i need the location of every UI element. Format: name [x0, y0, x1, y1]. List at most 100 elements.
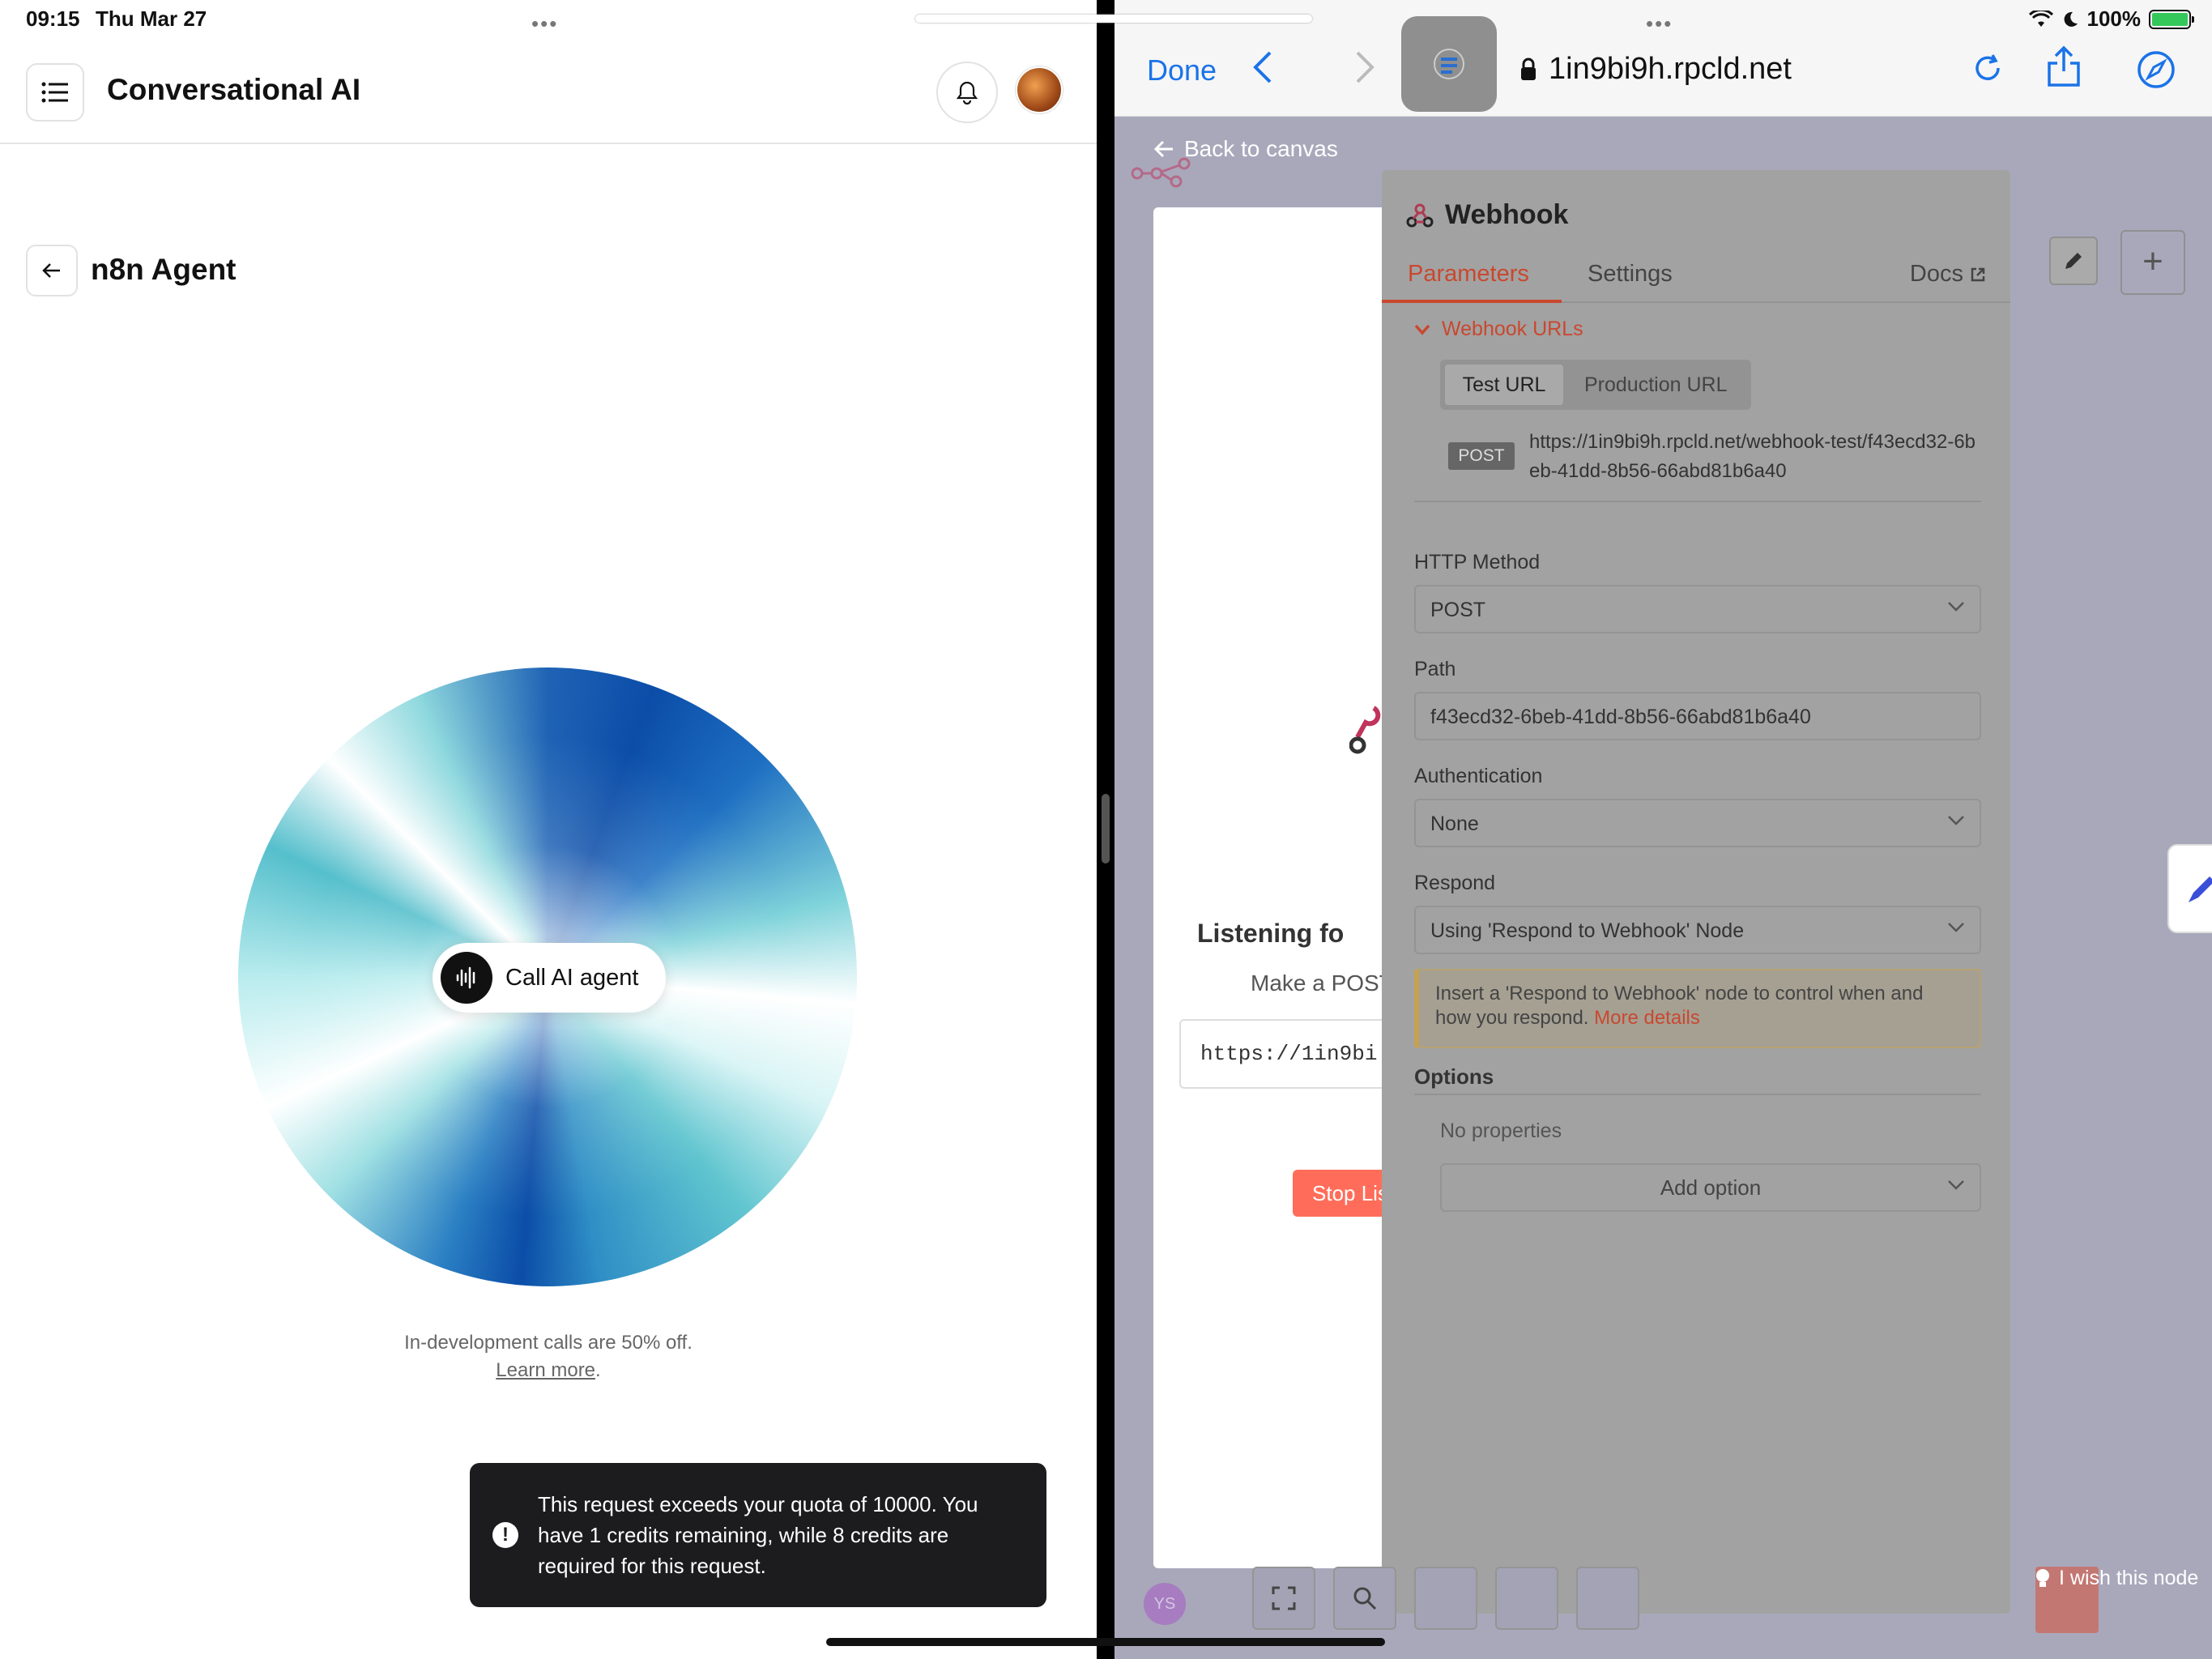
call-button-label: Call AI agent — [505, 964, 639, 991]
fit-view-button[interactable] — [1252, 1567, 1315, 1630]
learn-more-link[interactable]: Learn more — [496, 1359, 595, 1381]
right-safari-pane: Done 1in9bi9h.rpcld.net Back to canvas L… — [1115, 0, 2212, 1659]
learn-more-line: Learn more. — [0, 1359, 1097, 1382]
zoom-in-button[interactable] — [1333, 1567, 1396, 1630]
back-to-canvas-label: Back to canvas — [1184, 136, 1338, 161]
chevron-down-icon — [1948, 923, 1964, 932]
tab-overview-button[interactable] — [1401, 16, 1497, 112]
toast-message: This request exceeds your quota of 10000… — [538, 1492, 978, 1578]
production-url-option[interactable]: Production URL — [1584, 365, 1727, 405]
add-option-dropdown[interactable]: Add option — [1440, 1163, 1981, 1212]
http-method-label: HTTP Method — [1414, 551, 1541, 574]
zoom-reset-button[interactable] — [1495, 1567, 1558, 1630]
respond-value: Using 'Respond to Webhook' Node — [1430, 919, 1745, 942]
chevron-down-icon — [1414, 324, 1430, 335]
url-text: 1in9bi9h.rpcld.net — [1549, 52, 1792, 86]
chevron-down-icon — [1948, 1180, 1964, 1190]
add-option-label: Add option — [1660, 1175, 1762, 1200]
app-header: Conversational AI — [0, 39, 1097, 144]
path-label: Path — [1414, 658, 1456, 680]
authentication-label: Authentication — [1414, 765, 1543, 787]
add-node-button[interactable]: + — [2120, 230, 2185, 295]
chevron-down-icon — [1948, 816, 1964, 825]
respond-label: Respond — [1414, 872, 1496, 894]
back-button[interactable] — [26, 245, 78, 296]
pen-icon — [2189, 876, 2212, 902]
agent-title: n8n Agent — [91, 253, 237, 286]
home-indicator[interactable] — [826, 1638, 1385, 1646]
learn-more-suffix: . — [595, 1359, 601, 1381]
http-method-select[interactable]: POST — [1414, 585, 1981, 633]
method-badge: POST — [1448, 442, 1515, 470]
webhook-urls-section[interactable]: Webhook URLs — [1414, 318, 1583, 341]
discount-note: In-development calls are 50% off. — [404, 1332, 693, 1354]
alert-icon: ! — [492, 1522, 518, 1548]
webhook-urls-label: Webhook URLs — [1442, 318, 1583, 340]
webhook-url-text[interactable]: https://1in9bi9h.rpcld.net/webhook-test/… — [1529, 428, 1983, 486]
reload-icon[interactable] — [1971, 52, 2004, 84]
menu-button[interactable] — [26, 63, 84, 122]
webhook-node-panel: Webhook Parameters Settings Docs Webhook… — [1382, 170, 2010, 1614]
n8n-webpage: Back to canvas Listening fo Make a POST … — [1115, 117, 2212, 1659]
zoom-out-button[interactable] — [1414, 1567, 1477, 1630]
done-button[interactable]: Done — [1147, 53, 1217, 87]
compass-icon[interactable] — [2137, 50, 2176, 89]
notifications-button[interactable] — [936, 62, 998, 123]
more-details-link[interactable]: More details — [1594, 1007, 1700, 1029]
left-app-pane: Conversational AI n8n Agent Call AI agen… — [0, 0, 1097, 1659]
bell-icon — [956, 81, 978, 104]
panel-tabs: Parameters Settings Docs — [1382, 254, 2010, 303]
chevron-down-icon — [1948, 602, 1964, 612]
chevron-right-icon[interactable] — [1354, 50, 1375, 84]
webhook-icon — [1349, 706, 1381, 754]
authentication-select[interactable]: None — [1414, 799, 1981, 847]
lightbulb-icon — [2036, 1568, 2049, 1587]
arrow-left-icon — [1153, 140, 1173, 158]
no-properties-text: No properties — [1440, 1120, 1562, 1142]
address-bar[interactable]: 1in9bi9h.rpcld.net — [1519, 52, 1792, 87]
top-drag-pill[interactable] — [915, 15, 1312, 23]
tabs-icon — [1434, 49, 1464, 79]
fullscreen-icon — [1272, 1586, 1296, 1610]
tab-settings[interactable]: Settings — [1588, 261, 1673, 288]
respond-select[interactable]: Using 'Respond to Webhook' Node — [1414, 906, 1981, 954]
feedback-prompt[interactable]: I wish this node — [2035, 1567, 2198, 1590]
rename-node-button[interactable] — [2049, 237, 2098, 285]
options-label: Options — [1414, 1064, 1494, 1089]
url-type-toggle: Test URL Production URL — [1440, 360, 1751, 410]
section-divider — [1414, 501, 1981, 502]
user-avatar[interactable] — [1016, 66, 1063, 113]
waveform-icon — [441, 952, 492, 1004]
listening-title: Listening fo — [1197, 919, 1345, 948]
tidy-up-button[interactable] — [1576, 1567, 1639, 1630]
zoom-in-icon — [1353, 1587, 1377, 1610]
arrow-left-icon — [42, 263, 60, 278]
feedback-text: I wish this node — [2059, 1567, 2199, 1589]
http-method-value: POST — [1430, 599, 1486, 621]
pencil-icon — [2065, 253, 2082, 269]
authentication-value: None — [1430, 812, 1479, 835]
split-view-handle[interactable] — [1102, 794, 1110, 864]
path-input[interactable]: f43ecd32-6beb-41dd-8b56-66abd81b6a40 — [1414, 692, 1981, 740]
tab-parameters[interactable]: Parameters — [1408, 261, 1529, 288]
page-title: Conversational AI — [107, 73, 361, 106]
share-icon[interactable] — [2046, 45, 2082, 87]
side-drawer-tab[interactable] — [2167, 844, 2212, 933]
back-to-canvas-link[interactable]: Back to canvas — [1153, 136, 1338, 162]
canvas-toolbar — [1252, 1567, 1673, 1631]
docs-label: Docs — [1909, 261, 1963, 287]
list-menu-icon — [41, 82, 68, 103]
external-link-icon — [1971, 267, 1985, 281]
lock-icon — [1521, 58, 1536, 80]
call-ai-agent-button[interactable]: Call AI agent — [433, 943, 666, 1013]
path-value: f43ecd32-6beb-41dd-8b56-66abd81b6a40 — [1430, 706, 1811, 728]
respond-warning-callout: Insert a 'Respond to Webhook' node to co… — [1414, 969, 1981, 1048]
panel-title: Webhook — [1445, 199, 1569, 230]
docs-link[interactable]: Docs — [1910, 261, 1986, 288]
test-url-option[interactable]: Test URL — [1445, 365, 1563, 405]
active-tab-underline — [1382, 300, 1562, 303]
listening-subtitle: Make a POST — [1251, 970, 1393, 996]
chevron-left-icon[interactable] — [1252, 50, 1273, 84]
user-avatar-small[interactable]: YS — [1144, 1583, 1186, 1625]
quota-error-toast: ! This request exceeds your quota of 100… — [470, 1463, 1046, 1607]
